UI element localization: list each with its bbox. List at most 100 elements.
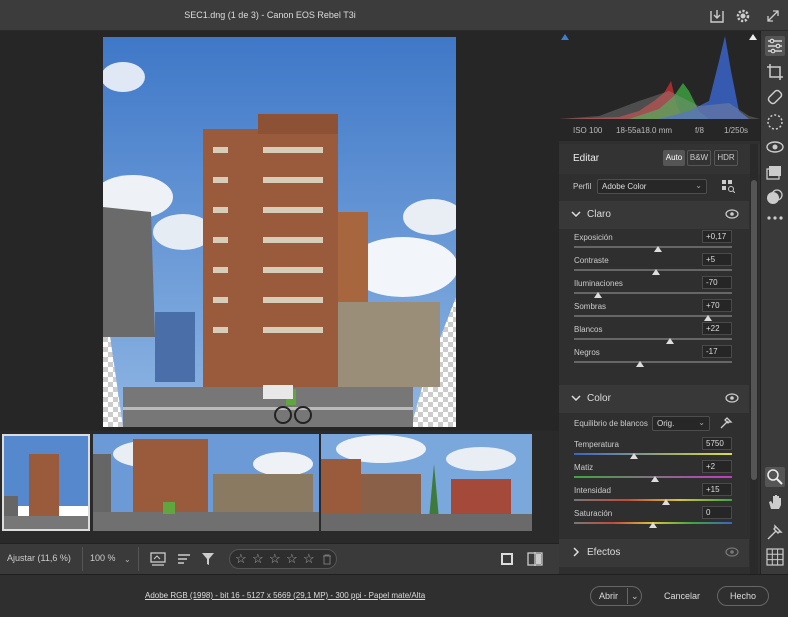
slider-value-field[interactable]: +5: [702, 253, 732, 266]
profile-browser-icon[interactable]: [721, 179, 735, 193]
slider-value-field[interactable]: +22: [702, 322, 732, 335]
star-icon[interactable]: ☆: [252, 551, 264, 567]
bw-button[interactable]: B&W: [687, 150, 711, 166]
slider-handle[interactable]: [650, 476, 659, 482]
redeye-icon[interactable]: [765, 137, 785, 157]
light-section-title: Claro: [587, 209, 611, 220]
white-balance-select[interactable]: Orig. ⌄: [652, 416, 710, 431]
trash-icon[interactable]: [321, 553, 333, 565]
grid-icon[interactable]: [765, 547, 785, 567]
hdr-button[interactable]: HDR: [714, 150, 738, 166]
title-bar: SEC1.dng (1 de 3) - Canon EOS Rebel T3i: [0, 0, 788, 31]
panel-scrollbar[interactable]: [750, 144, 758, 574]
slider-handle[interactable]: [649, 522, 657, 528]
eye-icon[interactable]: [725, 547, 739, 557]
mask-icon[interactable]: [765, 112, 785, 132]
shadow-clipping-icon[interactable]: [561, 34, 569, 40]
slider-track[interactable]: [574, 338, 732, 340]
light-section-header[interactable]: Claro: [559, 201, 749, 229]
slider-value-field[interactable]: 5750: [702, 437, 732, 450]
iso-value: ISO 100: [573, 126, 603, 135]
highlight-clipping-icon[interactable]: [749, 34, 757, 40]
sort-icon[interactable]: [176, 551, 192, 567]
slider-value-field[interactable]: +15: [702, 483, 732, 496]
star-icon[interactable]: ☆: [303, 551, 315, 567]
slider-value-field[interactable]: +2: [702, 460, 732, 473]
slider-handle[interactable]: [630, 453, 639, 459]
star-icon[interactable]: ☆: [286, 551, 298, 567]
color-section-title: Color: [587, 393, 611, 404]
frame-icon[interactable]: [500, 552, 514, 566]
sliders-icon: [768, 38, 782, 54]
slider-track[interactable]: [574, 499, 732, 501]
star-icon[interactable]: ☆: [235, 551, 247, 567]
cancel-button[interactable]: Cancelar: [664, 591, 700, 601]
edit-panel: ISO 100 18-55a18.0 mm f/8 1/250s Editar …: [559, 31, 760, 574]
slider-label: Contraste: [574, 256, 609, 265]
gear-icon[interactable]: [734, 7, 752, 25]
slider-handle[interactable]: [653, 246, 662, 252]
color-section-header[interactable]: Color: [559, 385, 749, 413]
slider-value-field[interactable]: -70: [702, 276, 732, 289]
slider-label: Exposición: [574, 233, 613, 242]
eye-icon[interactable]: [725, 393, 739, 403]
before-after-icon[interactable]: [527, 551, 543, 567]
crop-icon[interactable]: [765, 62, 785, 82]
expand-icon[interactable]: [764, 7, 782, 25]
slider-label: Iluminaciones: [574, 279, 623, 288]
filmstrip-options-icon[interactable]: [150, 551, 166, 567]
slider-track[interactable]: [574, 453, 732, 455]
slider-track[interactable]: [574, 361, 732, 363]
eyedropper-icon[interactable]: [719, 416, 733, 430]
eye-icon[interactable]: [725, 209, 739, 219]
slider-label: Negros: [574, 348, 600, 357]
chevron-down-icon[interactable]: ⌄: [631, 587, 639, 605]
profile-label: Perfil: [573, 182, 592, 191]
zoom-tool[interactable]: [765, 467, 785, 487]
download-icon[interactable]: [708, 7, 726, 25]
slider-handle[interactable]: [661, 499, 670, 505]
zoom-100-label[interactable]: 100 %: [90, 553, 116, 563]
snapshots-icon[interactable]: [765, 162, 785, 182]
zoom-fit-label[interactable]: Ajustar (11,6 %): [7, 553, 71, 563]
filmstrip-thumb-1[interactable]: [2, 434, 90, 531]
zoom-dropdown-chevron-icon[interactable]: ⌄: [124, 555, 131, 564]
filmstrip-thumb-3[interactable]: [321, 434, 532, 531]
slider-handle[interactable]: [593, 292, 602, 298]
done-button[interactable]: Hecho: [717, 586, 769, 606]
chevron-down-icon: [571, 395, 581, 402]
slider-handle[interactable]: [666, 338, 675, 344]
effects-section-header[interactable]: Efectos: [559, 539, 749, 567]
auto-button[interactable]: Auto: [663, 150, 685, 166]
hand-icon[interactable]: [765, 492, 785, 512]
tool-strip: [760, 31, 788, 574]
healing-icon[interactable]: [765, 87, 785, 107]
open-label: Abrir: [599, 591, 619, 601]
slider-handle[interactable]: [636, 361, 645, 367]
main-photo-preview[interactable]: [103, 37, 456, 427]
more-icon[interactable]: [765, 208, 785, 228]
filmstrip-thumb-2[interactable]: [93, 434, 319, 531]
profile-select[interactable]: Adobe Color ⌄: [597, 179, 707, 194]
color-sampler-icon[interactable]: [765, 522, 785, 542]
slider-label: Sombras: [574, 302, 607, 311]
slider-handle[interactable]: [704, 315, 713, 321]
edit-header: Editar Auto B&W HDR: [559, 144, 760, 174]
lens-value: 18-55a18.0 mm: [616, 126, 673, 135]
shutter-value: 1/250s: [724, 126, 749, 135]
slider-label: Blancos: [574, 325, 603, 334]
filter-icon[interactable]: [200, 551, 216, 567]
star-icon[interactable]: ☆: [269, 551, 281, 567]
presets-icon[interactable]: [765, 187, 785, 207]
view-toolbar: Ajustar (11,6 %) 100 % ⌄ ☆ ☆ ☆ ☆ ☆: [0, 543, 559, 574]
slider-value-field[interactable]: +0,17: [702, 230, 732, 243]
workflow-options-link[interactable]: Adobe RGB (1998) - bit 16 - 5127 x 5669 …: [145, 591, 425, 600]
chevron-down-icon: [571, 211, 581, 218]
edit-tool[interactable]: [765, 36, 785, 56]
open-button[interactable]: Abrir ⌄: [590, 586, 642, 606]
scrollbar-thumb[interactable]: [751, 180, 757, 480]
slider-value-field[interactable]: -17: [702, 345, 732, 358]
slider-value-field[interactable]: 0: [702, 506, 732, 519]
slider-handle[interactable]: [652, 269, 661, 275]
slider-value-field[interactable]: +70: [702, 299, 732, 312]
